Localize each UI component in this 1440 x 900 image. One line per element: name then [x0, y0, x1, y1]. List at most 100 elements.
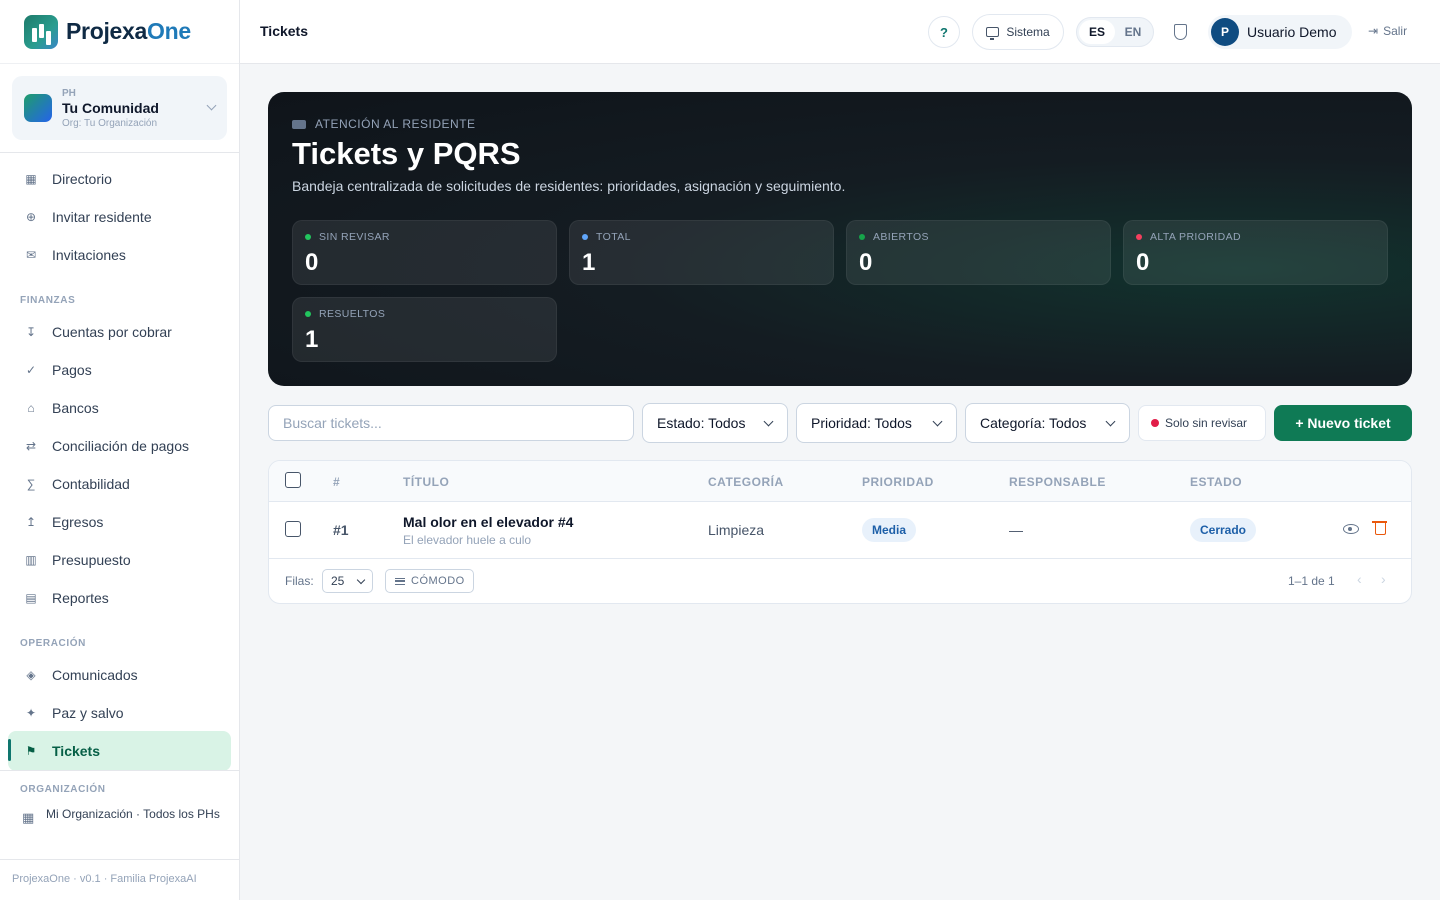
help-button[interactable]: ?	[928, 16, 960, 48]
brand[interactable]: ProjexaOne	[0, 0, 239, 64]
kpi-abiertos: ABIERTOS 0	[846, 220, 1111, 285]
status-dot-icon	[859, 234, 865, 240]
estado-filter[interactable]: Estado: Todos	[642, 403, 788, 443]
sidebar-item-reportes[interactable]: ▤ Reportes	[8, 579, 231, 617]
sidebar-item-label: Conciliación de pagos	[52, 438, 189, 454]
ticket-assignee: —	[1009, 522, 1023, 538]
density-lines-icon	[395, 577, 405, 585]
sidebar-item-label: Bancos	[52, 400, 99, 416]
column-header-prioridad[interactable]: PRIORIDAD	[862, 475, 934, 489]
status-badge: Cerrado	[1190, 518, 1257, 542]
logout-label: Salir	[1383, 24, 1408, 38]
delete-trash-icon[interactable]	[1372, 521, 1387, 535]
sidebar-item-bancos[interactable]: ⌂ Bancos	[8, 389, 231, 427]
lang-en-button[interactable]: EN	[1115, 20, 1151, 44]
prioridad-filter-value: Prioridad: Todos	[811, 415, 912, 431]
new-ticket-button[interactable]: + Nuevo ticket	[1274, 405, 1412, 441]
ticket-number: #1	[333, 522, 349, 538]
tickets-table: # TÍTULO CATEGORÍA PRIORIDAD RESPONSABLE…	[268, 460, 1412, 604]
density-toggle[interactable]: CÓMODO	[385, 569, 474, 593]
grid-icon: ▦	[25, 172, 37, 186]
sidebar-item-label: Invitaciones	[52, 247, 126, 263]
table-row[interactable]: #1 Mal olor en el elevador #4 El elevado…	[269, 502, 1411, 559]
kpi-value: 0	[859, 249, 873, 276]
sidebar-item-label: Tickets	[52, 743, 100, 759]
sidebar-item-presupuesto[interactable]: ▥ Presupuesto	[8, 541, 231, 579]
next-page-button[interactable]: ›	[1381, 571, 1386, 587]
chevron-down-icon	[1105, 416, 1116, 427]
kpi-value: 1	[582, 249, 596, 276]
sidebar-item-tickets[interactable]: ⚑ Tickets	[8, 731, 231, 771]
view-eye-icon[interactable]	[1343, 524, 1359, 534]
ph-kind: PH	[62, 87, 76, 99]
chevron-down-icon	[206, 100, 217, 111]
divider	[0, 152, 239, 153]
pagination-range: 1–1 de 1	[1288, 574, 1335, 588]
categoria-filter[interactable]: Categoría: Todos	[965, 403, 1130, 443]
row-checkbox[interactable]	[285, 521, 301, 537]
red-dot-icon	[1151, 419, 1159, 427]
sidebar-item-invitar-residente[interactable]: ⊕ Invitar residente	[8, 198, 231, 236]
sidebar-item-contabilidad[interactable]: ∑ Contabilidad	[8, 465, 231, 503]
column-header-num[interactable]: #	[333, 475, 340, 489]
status-dot-icon	[305, 311, 311, 317]
sidebar-item-conciliacion[interactable]: ⇄ Conciliación de pagos	[8, 427, 231, 465]
sidebar-item-cuentas-por-cobrar[interactable]: ↧ Cuentas por cobrar	[8, 313, 231, 351]
column-header-responsable[interactable]: RESPONSABLE	[1009, 475, 1106, 489]
chevron-down-icon	[932, 416, 943, 427]
budget-icon: ▥	[25, 553, 37, 567]
sidebar-item-label: Comunicados	[52, 667, 138, 683]
ph-org: Org: Tu Organización	[62, 117, 158, 129]
sidebar-item-egresos[interactable]: ↥ Egresos	[8, 503, 231, 541]
ticket-category: Limpieza	[708, 522, 765, 538]
user-menu[interactable]: P Usuario Demo	[1208, 15, 1352, 49]
sidebar-item-pagos[interactable]: ✓ Pagos	[8, 351, 231, 389]
prioridad-filter[interactable]: Prioridad: Todos	[796, 403, 957, 443]
user-name: Usuario Demo	[1247, 24, 1337, 40]
receivable-icon: ↧	[25, 325, 37, 339]
hero-eyebrow-text: ATENCIÓN AL RESIDENTE	[315, 117, 476, 131]
unread-only-toggle[interactable]: Solo sin revisar	[1138, 405, 1266, 441]
prev-page-button[interactable]: ‹	[1357, 571, 1362, 587]
sidebar-item-label: Paz y salvo	[52, 705, 124, 721]
rows-per-page-select[interactable]: 25	[322, 569, 373, 593]
sidebar-item-label: Invitar residente	[52, 209, 152, 225]
sidebar-item-label: Egresos	[52, 514, 104, 530]
column-header-estado[interactable]: ESTADO	[1190, 475, 1242, 489]
shield-icon[interactable]	[1174, 24, 1187, 40]
kpi-value: 0	[305, 249, 319, 276]
divider	[0, 770, 239, 771]
sidebar-item-invitaciones[interactable]: ✉ Invitaciones	[8, 236, 231, 274]
hero-panel: ATENCIÓN AL RESIDENTE Tickets y PQRS Ban…	[268, 92, 1412, 386]
select-all-checkbox[interactable]	[285, 472, 301, 488]
brand-name: ProjexaOne	[66, 18, 191, 44]
density-label: CÓMODO	[411, 575, 465, 587]
rows-per-page-label: Filas:	[285, 574, 314, 588]
sidebar-item-label: Cuentas por cobrar	[52, 324, 172, 340]
kpi-label: ALTA PRIORIDAD	[1150, 231, 1241, 243]
sidebar-item-comunicados[interactable]: ◈ Comunicados	[8, 656, 231, 694]
sidebar-item-label: Reportes	[52, 590, 109, 606]
column-header-titulo[interactable]: TÍTULO	[403, 475, 449, 489]
diamond-icon: ◈	[26, 668, 36, 682]
lang-es-button[interactable]: ES	[1079, 20, 1115, 44]
sidebar-item-directorio[interactable]: ▦ Directorio	[8, 160, 231, 198]
report-icon: ▤	[25, 591, 37, 605]
plus-circle-icon: ⊕	[25, 210, 37, 224]
expense-icon: ↥	[25, 515, 37, 529]
rows-per-page-value: 25	[331, 574, 345, 588]
sidebar-item-label: Contabilidad	[52, 476, 130, 492]
ph-switcher[interactable]: PH Tu Comunidad Org: Tu Organización	[12, 76, 227, 140]
status-dot-icon	[582, 234, 588, 240]
kpi-label: ABIERTOS	[873, 231, 929, 243]
logout-button[interactable]: ⇥ Salir	[1368, 24, 1407, 38]
sidebar-item-paz-y-salvo[interactable]: ✦ Paz y salvo	[8, 694, 231, 732]
sidebar-item-label: Presupuesto	[52, 552, 131, 568]
kpi-value: 1	[305, 326, 319, 353]
ticket-title[interactable]: Mal olor en el elevador #4	[403, 514, 573, 530]
search-input[interactable]	[268, 405, 634, 441]
sidebar-item-organizacion[interactable]: ▦ Mi Organización · Todos los PHs	[22, 806, 222, 826]
column-header-categoria[interactable]: CATEGORÍA	[708, 475, 784, 489]
page-title: Tickets	[260, 23, 308, 39]
theme-system-button[interactable]: Sistema	[972, 14, 1064, 50]
